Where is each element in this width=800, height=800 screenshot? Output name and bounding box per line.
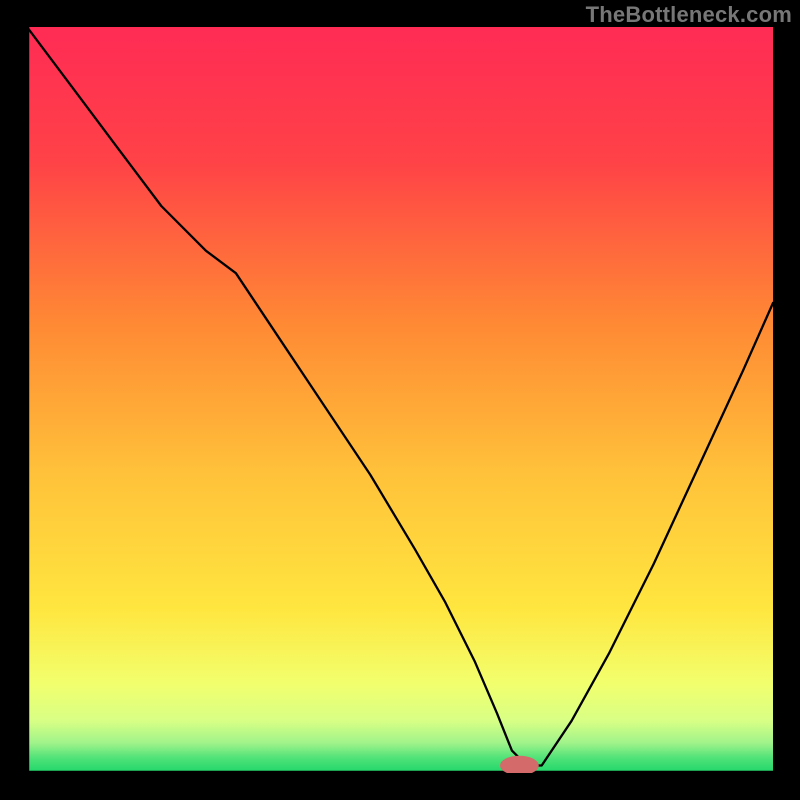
gradient-background xyxy=(27,27,773,773)
plot-area xyxy=(27,27,773,773)
chart-svg xyxy=(27,27,773,773)
chart-frame: TheBottleneck.com xyxy=(0,0,800,800)
watermark-text: TheBottleneck.com xyxy=(586,2,792,28)
